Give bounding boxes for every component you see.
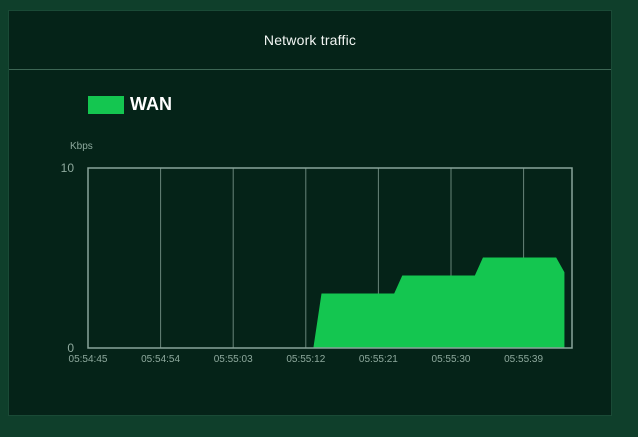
- x-tick-label-1: 05:54:54: [141, 354, 180, 365]
- y-tick-label-0: 0: [67, 341, 74, 355]
- y-tick-label-1: 10: [61, 161, 75, 175]
- chart-area: [88, 257, 565, 349]
- x-tick-label-3: 05:55:12: [286, 354, 325, 365]
- x-tick-label-6: 05:55:39: [504, 354, 543, 365]
- traffic-chart: Kbps 0 10 05:54:45 05:54:54 05:55:03 05:55:1…: [0, 0, 638, 437]
- x-tick-label-0: 05:54:45: [69, 354, 108, 365]
- x-tick-label-4: 05:55:21: [359, 354, 398, 365]
- area-series-wan: [88, 257, 565, 349]
- x-tick-label-2: 05:55:03: [214, 354, 253, 365]
- x-tick-label-5: 05:55:30: [432, 354, 471, 365]
- y-tick-labels: 0 10: [61, 161, 75, 355]
- traffic-chart-svg: Kbps 0 10 05:54:45 05:54:54 05:55:03 05:55:1…: [61, 141, 573, 365]
- x-tick-labels: 05:54:45 05:54:54 05:55:03 05:55:12 05:55:21…: [69, 354, 544, 365]
- y-axis-label: Kbps: [70, 141, 93, 152]
